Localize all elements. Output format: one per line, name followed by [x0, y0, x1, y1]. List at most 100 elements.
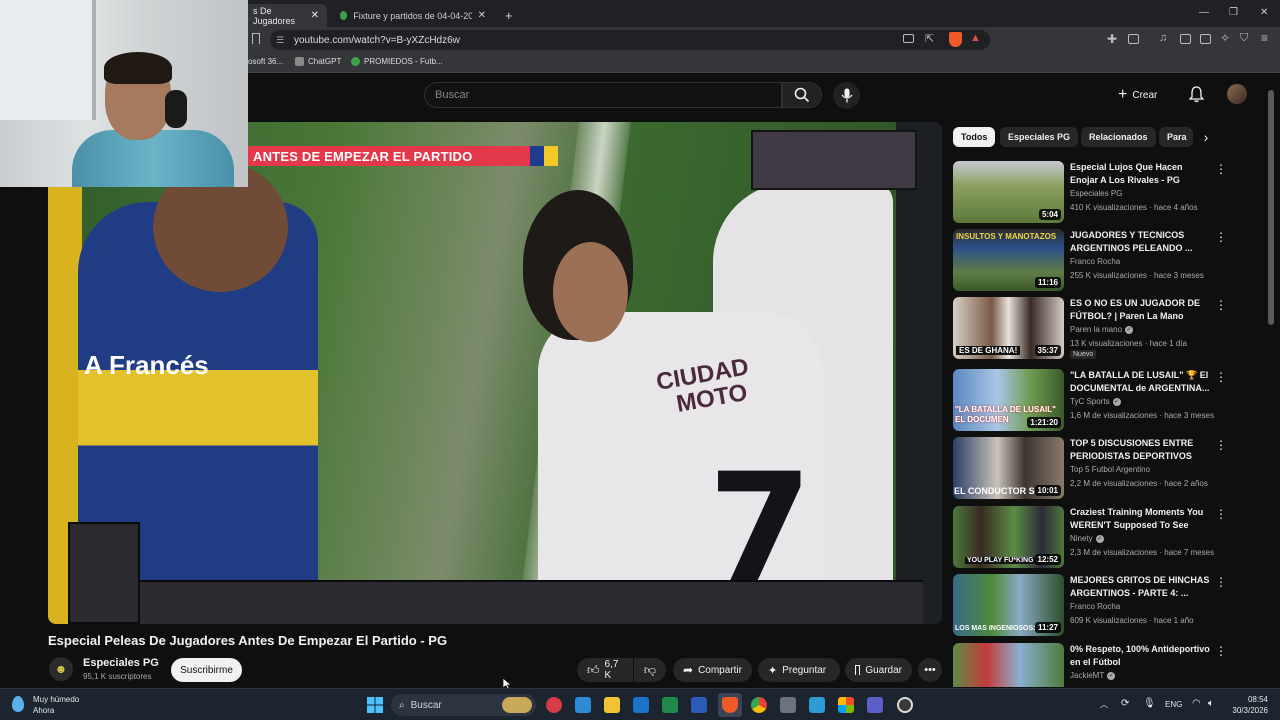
recommendation-item[interactable]: 5:04 Especial Lujos Que Hacen Enojar A L…: [953, 161, 1243, 225]
voice-search-button[interactable]: [833, 82, 860, 109]
app-window-icon[interactable]: [780, 697, 796, 713]
recommendation-channel[interactable]: Especiales PG: [1070, 189, 1122, 198]
word-icon[interactable]: [691, 697, 707, 713]
vscode-icon[interactable]: [575, 697, 591, 713]
video-thumbnail[interactable]: INSULTOS Y MANOTAZOS 11:16: [953, 229, 1064, 291]
wallet-2-icon[interactable]: [1200, 34, 1211, 44]
more-vertical-icon[interactable]: ⋮: [1215, 230, 1227, 244]
video-thumbnail[interactable]: LOS MAS INGENIOSOS: 11:27: [953, 574, 1064, 636]
recommendation-item[interactable]: EL CONDUCTOR S 10:01 TOP 5 DISCUSIONES E…: [953, 437, 1243, 501]
recommendation-item[interactable]: INSULTOS Y MANOTAZOS 11:16 JUGADORES Y T…: [953, 229, 1243, 293]
notifications-bell-icon[interactable]: [1189, 86, 1204, 103]
wifi-icon[interactable]: ◠: [1192, 698, 1201, 709]
recommendation-item[interactable]: ES DE GHANA! 35:37 ES O NO ES UN JUGADOR…: [953, 297, 1243, 361]
more-vertical-icon[interactable]: ⋮: [1215, 507, 1227, 521]
app-circle-icon[interactable]: [897, 697, 913, 713]
teams-icon[interactable]: [867, 697, 883, 713]
save-button[interactable]: Guardar: [845, 658, 912, 682]
close-window-icon[interactable]: ✕: [1260, 7, 1268, 18]
chip-todos[interactable]: Todos: [953, 127, 996, 147]
chip-para[interactable]: Para: [1159, 127, 1193, 147]
chip-especiales-pg[interactable]: Especiales PG: [1000, 127, 1079, 147]
browser-tab-active[interactable]: s De Jugadores ✕: [245, 4, 327, 27]
clock[interactable]: 08:54 30/3/2026: [1228, 694, 1268, 716]
account-avatar[interactable]: [1227, 84, 1247, 104]
brave-shield-icon[interactable]: [949, 32, 962, 47]
video-thumbnail[interactable]: [953, 643, 1064, 687]
minimize-icon[interactable]: —: [1199, 7, 1209, 18]
microsoft-store-icon[interactable]: [838, 697, 854, 713]
recommendation-item[interactable]: 0% Respeto, 100% Antideportivo en el Fút…: [953, 643, 1243, 687]
video-thumbnail[interactable]: EL CONDUCTOR S 10:01: [953, 437, 1064, 499]
recommendation-channel[interactable]: JackieMT ✓: [1070, 671, 1116, 680]
like-button[interactable]: 👍︎ 6,7 K: [577, 658, 633, 682]
video-player[interactable]: A Francés CIUDAD MOTO 7 ANTES DE EMPEZAR…: [48, 122, 942, 624]
menu-icon[interactable]: ≡: [1261, 31, 1268, 45]
recommendation-title[interactable]: ES O NO ES UN JUGADOR DE FÚTBOL? | Paren…: [1070, 297, 1212, 323]
subscribe-button[interactable]: Suscribirme: [171, 658, 242, 682]
chips-next-button[interactable]: ›: [1193, 124, 1219, 150]
more-vertical-icon[interactable]: ⋮: [1215, 162, 1227, 176]
extensions-icon[interactable]: ✚: [1107, 32, 1117, 46]
chip-relacionados[interactable]: Relacionados: [1081, 127, 1156, 147]
bookmark-chatgpt[interactable]: ChatGPT: [295, 57, 341, 66]
channel-name[interactable]: Especiales PG: [83, 657, 159, 669]
vpn-icon[interactable]: ⛉: [1240, 32, 1248, 45]
video-thumbnail[interactable]: 5:04: [953, 161, 1064, 223]
tray-microphone-icon[interactable]: 🎙︎: [1143, 698, 1156, 709]
tray-app-icon[interactable]: ⟳: [1121, 698, 1129, 709]
recommendation-item[interactable]: LOS MAS INGENIOSOS: 11:27 MEJORES GRITOS…: [953, 574, 1243, 638]
bookmark-microsoft[interactable]: osoft 36...: [248, 57, 283, 66]
recommendation-channel[interactable]: TyC Sports ✓: [1070, 397, 1121, 406]
video-thumbnail[interactable]: ES DE GHANA! 35:37: [953, 297, 1064, 359]
app-blue-icon[interactable]: [809, 697, 825, 713]
volume-icon[interactable]: 🔈︎: [1208, 698, 1214, 709]
channel-avatar[interactable]: ☻: [49, 657, 73, 681]
more-actions-button[interactable]: •••: [918, 658, 942, 682]
recommendation-channel[interactable]: Ninety ✓: [1070, 534, 1104, 543]
tray-chevron-up-icon[interactable]: ︿: [1100, 699, 1108, 710]
sidebar-icon[interactable]: [1180, 34, 1191, 44]
recommendation-channel[interactable]: Top 5 Futbol Argentino: [1070, 465, 1150, 474]
create-button[interactable]: + Crear: [1118, 84, 1157, 106]
language-indicator[interactable]: ENG: [1165, 700, 1182, 709]
wallet-icon[interactable]: [1128, 34, 1139, 44]
media-app-icon[interactable]: [546, 697, 562, 713]
excel-icon[interactable]: [662, 697, 678, 713]
recommendation-title[interactable]: Especial Lujos Que Hacen Enojar A Los Ri…: [1070, 161, 1212, 187]
restore-icon[interactable]: ❐: [1229, 7, 1238, 18]
recommendation-item[interactable]: "LA BATALLA DE LUSAIL" EL DOCUMEN 1:21:2…: [953, 369, 1243, 433]
recommendation-title[interactable]: Craziest Training Moments You WEREN'T Su…: [1070, 506, 1212, 532]
dislike-button[interactable]: 👎︎: [634, 658, 666, 682]
recommendation-item[interactable]: YOU PLAY FU*KING DE 12:52 Craziest Train…: [953, 506, 1243, 570]
rewards-icon[interactable]: ▲: [970, 32, 981, 44]
tab-close-icon[interactable]: ✕: [478, 10, 486, 21]
recommendation-title[interactable]: JUGADORES Y TECNICOS ARGENTINOS PELEANDO…: [1070, 229, 1212, 255]
windows-start-icon[interactable]: [367, 697, 383, 713]
file-explorer-icon[interactable]: [604, 697, 620, 713]
leo-ai-icon[interactable]: ✧: [1220, 31, 1230, 45]
music-icon[interactable]: ♫: [1159, 32, 1167, 44]
browser-tab-fixture[interactable]: Fixture y partidos de 04-04-2026 en · ✕: [332, 4, 494, 27]
bookmark-icon[interactable]: [252, 33, 260, 44]
share-icon[interactable]: ⇱: [925, 32, 934, 45]
share-button[interactable]: ➦ Compartir: [673, 658, 752, 682]
taskbar-search[interactable]: ⌕ Buscar: [391, 694, 536, 716]
recommendation-channel[interactable]: Paren la mano ✓: [1070, 325, 1134, 334]
weather-widget[interactable]: Muy húmedo Ahora: [33, 694, 79, 716]
search-input[interactable]: Buscar: [424, 82, 782, 108]
chrome-icon[interactable]: [751, 697, 767, 713]
outlook-icon[interactable]: [633, 697, 649, 713]
recommendation-title[interactable]: TOP 5 DISCUSIONES ENTRE PERIODISTAS DEPO…: [1070, 437, 1212, 463]
video-thumbnail[interactable]: YOU PLAY FU*KING DE 12:52: [953, 506, 1064, 568]
brave-browser-icon[interactable]: [722, 697, 738, 713]
ask-button[interactable]: ✦ Preguntar: [758, 658, 840, 682]
recommendation-title[interactable]: "LA BATALLA DE LUSAIL" 🏆 El DOCUMENTAL d…: [1070, 369, 1212, 395]
more-vertical-icon[interactable]: ⋮: [1215, 438, 1227, 452]
new-tab-button[interactable]: +: [497, 4, 521, 27]
more-vertical-icon[interactable]: ⋮: [1215, 370, 1227, 384]
cast-icon[interactable]: [903, 34, 914, 43]
page-scrollbar[interactable]: [1268, 90, 1274, 325]
more-vertical-icon[interactable]: ⋮: [1215, 575, 1227, 589]
recommendation-title[interactable]: MEJORES GRITOS DE HINCHAS ARGENTINOS - P…: [1070, 574, 1212, 600]
